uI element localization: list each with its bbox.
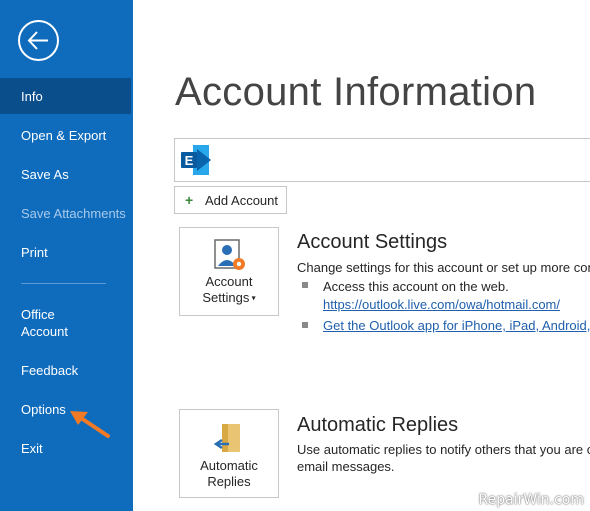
automatic-replies-title: Automatic Replies [297, 414, 459, 436]
nav-item-info[interactable]: Info [0, 78, 131, 114]
back-button[interactable] [18, 20, 59, 61]
account-settings-button[interactable]: Account Settings ▾ [179, 227, 279, 316]
nav-item-label: Feedback [21, 363, 79, 378]
automatic-replies-icon [213, 424, 240, 452]
automatic-replies-button[interactable]: Automatic Replies [179, 409, 279, 498]
add-account-button[interactable]: + Add Account [174, 186, 287, 214]
automatic-replies-description-line2: email messages. [297, 459, 395, 474]
tile-label: Automatic [200, 458, 258, 473]
exchange-icon: E [181, 145, 211, 175]
account-settings-title: Account Settings [297, 231, 448, 253]
nav-separator [21, 283, 106, 284]
nav-item-label: Print [21, 245, 48, 260]
tile-label: Account [205, 274, 253, 289]
outlook-web-link[interactable]: https://outlook.live.com/owa/hotmail.com… [323, 297, 560, 312]
nav-item-label: Account [21, 324, 68, 339]
plus-icon: + [185, 192, 194, 208]
svg-text:E: E [185, 153, 194, 168]
page-title: Account Information [175, 70, 537, 114]
nav-item-label: Save Attachments [21, 206, 126, 221]
nav-item-label: Options [21, 402, 66, 417]
bullet-icon [302, 282, 308, 288]
back-arrow-icon [27, 31, 48, 50]
annotation-arrow-icon [70, 411, 110, 438]
nav-item-save-attachments: Save Attachments [0, 205, 133, 222]
nav-item-label: Save As [21, 167, 69, 182]
nav-item-label: Office [21, 307, 55, 322]
tile-label: Replies [207, 474, 251, 489]
nav-item-label: Open & Export [21, 128, 107, 143]
outlook-app-link[interactable]: Get the Outlook app for iPhone, iPad, An… [323, 318, 590, 333]
access-web-text: Access this account on the web. [323, 279, 509, 294]
automatic-replies-description: Use automatic replies to notify others t… [297, 442, 590, 457]
nav-item-label: Info [21, 89, 43, 104]
dropdown-caret-icon: ▾ [249, 293, 256, 303]
nav-item-office-account[interactable]: Office Account [0, 306, 133, 340]
bullet-icon [302, 322, 308, 328]
account-settings-icon [214, 239, 245, 270]
nav-item-feedback[interactable]: Feedback [0, 362, 133, 379]
nav-item-print[interactable]: Print [0, 244, 133, 261]
nav-item-open-export[interactable]: Open & Export [0, 127, 133, 144]
nav-item-exit[interactable]: Exit [0, 440, 133, 457]
add-account-label: Add Account [205, 193, 278, 208]
nav-item-save-as[interactable]: Save As [0, 166, 133, 183]
account-settings-description: Change settings for this account or set … [297, 260, 590, 275]
tile-label-line2: Settings ▾ [202, 290, 256, 305]
watermark: RepairWin.com [478, 492, 584, 508]
nav-item-label: Exit [21, 441, 43, 456]
account-selector[interactable]: E [174, 138, 590, 182]
